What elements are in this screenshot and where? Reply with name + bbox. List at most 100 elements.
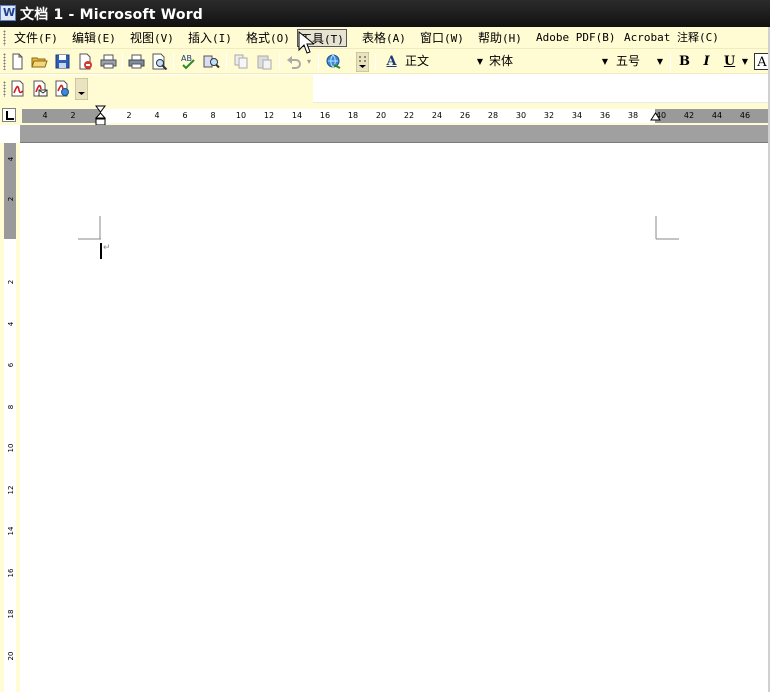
vruler-tick-label: 4 [7, 321, 15, 327]
ruler-tick-label: 26 [459, 111, 471, 120]
vruler-tick-label: 16 [7, 568, 15, 578]
ruler-tick-label: 22 [403, 111, 415, 120]
menu-acrobat-comments-hotkey: (C) [698, 31, 719, 44]
italic-button[interactable]: I [698, 53, 715, 70]
underline-button[interactable]: U [721, 53, 738, 70]
vruler-tick-label: 12 [7, 485, 15, 495]
underline-dropdown[interactable]: ▼ [740, 52, 750, 71]
font-size-value: 五号 [616, 54, 641, 68]
text-cursor [100, 243, 102, 259]
ruler-tick-label: 32 [543, 111, 555, 120]
font-dropdown-arrow-icon[interactable]: ▼ [600, 52, 610, 71]
toolbar-options-icon[interactable] [356, 52, 369, 72]
menu-format-hotkey: (O) [270, 32, 290, 45]
window-title: 文档 1 - Microsoft Word [20, 7, 204, 23]
style-dropdown-arrow-icon[interactable]: ▼ [475, 52, 485, 71]
menu-edit-hotkey: (E) [96, 32, 116, 45]
style-value: 正文 [405, 54, 430, 68]
open-folder-icon[interactable] [31, 53, 48, 70]
styles-formatting-icon[interactable]: A [383, 53, 400, 70]
vruler-tick-label: 2 [7, 196, 15, 202]
hyperlink-icon[interactable] [325, 53, 342, 70]
menu-acrobat-comments[interactable]: Acrobat 注释(C) [622, 29, 721, 47]
menu-adobe-pdf[interactable]: Adobe PDF(B) [534, 29, 617, 47]
menu-help-label: 帮助 [478, 31, 503, 45]
pdf-toolbar-grip[interactable] [3, 81, 6, 97]
ruler-tick-label: 38 [627, 111, 639, 120]
ruler-separator-band [20, 125, 770, 143]
menu-window-label: 窗口 [420, 31, 445, 45]
ruler-tick-label: 18 [347, 111, 359, 120]
pdf-toolbar-options-icon[interactable] [75, 78, 88, 100]
menu-bar-grip[interactable] [3, 30, 6, 46]
menu-help[interactable]: 帮助(H) [476, 29, 524, 47]
menu-window[interactable]: 窗口(W) [418, 29, 466, 47]
menu-table[interactable]: 表格(A) [360, 29, 408, 47]
font-size-combobox[interactable]: 五号 ▼ [616, 52, 665, 71]
save-disk-icon[interactable] [54, 53, 71, 70]
print-alt-icon[interactable] [128, 53, 145, 70]
underline-dropdown-arrow-icon: ▼ [741, 57, 749, 66]
font-combobox[interactable]: 宋体 ▼ [489, 52, 610, 71]
word-app-icon[interactable] [0, 5, 16, 21]
menu-file[interactable]: 文件(F) [12, 29, 60, 47]
menu-file-label: 文件 [14, 31, 39, 45]
vruler-tick-label: 20 [7, 651, 15, 661]
menu-edit[interactable]: 编辑(E) [70, 29, 118, 47]
ruler-tick-label: 24 [431, 111, 443, 120]
toolbar-empty-area [313, 75, 770, 103]
convert-and-email-icon[interactable] [31, 80, 48, 97]
undo-icon [287, 56, 301, 69]
spelling-grammar-icon[interactable]: AB [180, 53, 197, 70]
left-margin-area [22, 109, 101, 123]
menu-insert[interactable]: 插入(I) [186, 29, 234, 47]
ruler-tick-label: 16 [319, 111, 331, 120]
convert-to-pdf-icon[interactable] [9, 80, 26, 97]
ruler-tick-label: 20 [375, 111, 387, 120]
vertical-ruler[interactable]: 4 2 2 4 6 8 10 12 14 16 18 20 [4, 143, 16, 692]
menu-format-label: 格式 [246, 31, 271, 45]
style-combobox[interactable]: 正文 ▼ [405, 52, 485, 71]
permission-icon[interactable] [77, 53, 94, 70]
crop-mark-top-right [655, 216, 679, 240]
bold-button[interactable]: B [676, 53, 693, 70]
vruler-tick-label: 2 [7, 279, 15, 285]
svg-text:AB: AB [181, 54, 192, 63]
right-indent-marker-icon[interactable] [650, 112, 661, 121]
vruler-tick-label: 14 [7, 526, 15, 536]
print-icon[interactable] [100, 53, 117, 70]
toolbar-separator [173, 53, 174, 70]
convert-and-send-for-review-icon[interactable] [53, 80, 70, 97]
toolbar-grip[interactable] [3, 53, 6, 70]
ruler-tick-label: 4 [42, 111, 48, 120]
menu-table-label: 表格 [362, 31, 387, 45]
vruler-tick-label: 10 [7, 443, 15, 453]
menu-window-hotkey: (W) [444, 32, 464, 45]
tab-selector-button[interactable] [2, 108, 16, 122]
ruler-tick-label: 2 [126, 111, 132, 120]
print-preview-icon[interactable] [151, 53, 168, 70]
ruler-tick-label: 28 [487, 111, 499, 120]
menu-edit-label: 编辑 [72, 31, 97, 45]
ruler-tick-label: 14 [291, 111, 303, 120]
menu-bar: 文件(F) 编辑(E) 视图(V) 插入(I) 格式(O) 工具(T) 表格(A… [0, 27, 770, 49]
menu-view-label: 视图 [130, 31, 155, 45]
indent-marker-icon[interactable] [95, 105, 106, 127]
font-value: 宋体 [489, 54, 514, 68]
new-document-icon[interactable] [9, 53, 26, 70]
ruler-tick-label: 8 [210, 111, 216, 120]
research-icon[interactable] [203, 53, 220, 70]
menu-tools-hotkey: (T) [324, 33, 344, 46]
menu-view[interactable]: 视图(V) [128, 29, 176, 47]
ruler-tick-label: 6 [182, 111, 188, 120]
menu-insert-hotkey: (I) [212, 32, 232, 45]
vruler-tick-label: 6 [7, 362, 15, 368]
menu-view-hotkey: (V) [154, 32, 174, 45]
vruler-tick-label: 8 [7, 404, 15, 410]
menu-file-hotkey: (F) [38, 32, 58, 45]
toolbar-separator [318, 53, 319, 70]
font-size-dropdown-arrow-icon[interactable]: ▼ [655, 52, 665, 71]
menu-format[interactable]: 格式(O) [244, 29, 292, 47]
toolbar-separator [670, 53, 671, 70]
mouse-pointer-icon [298, 31, 314, 54]
